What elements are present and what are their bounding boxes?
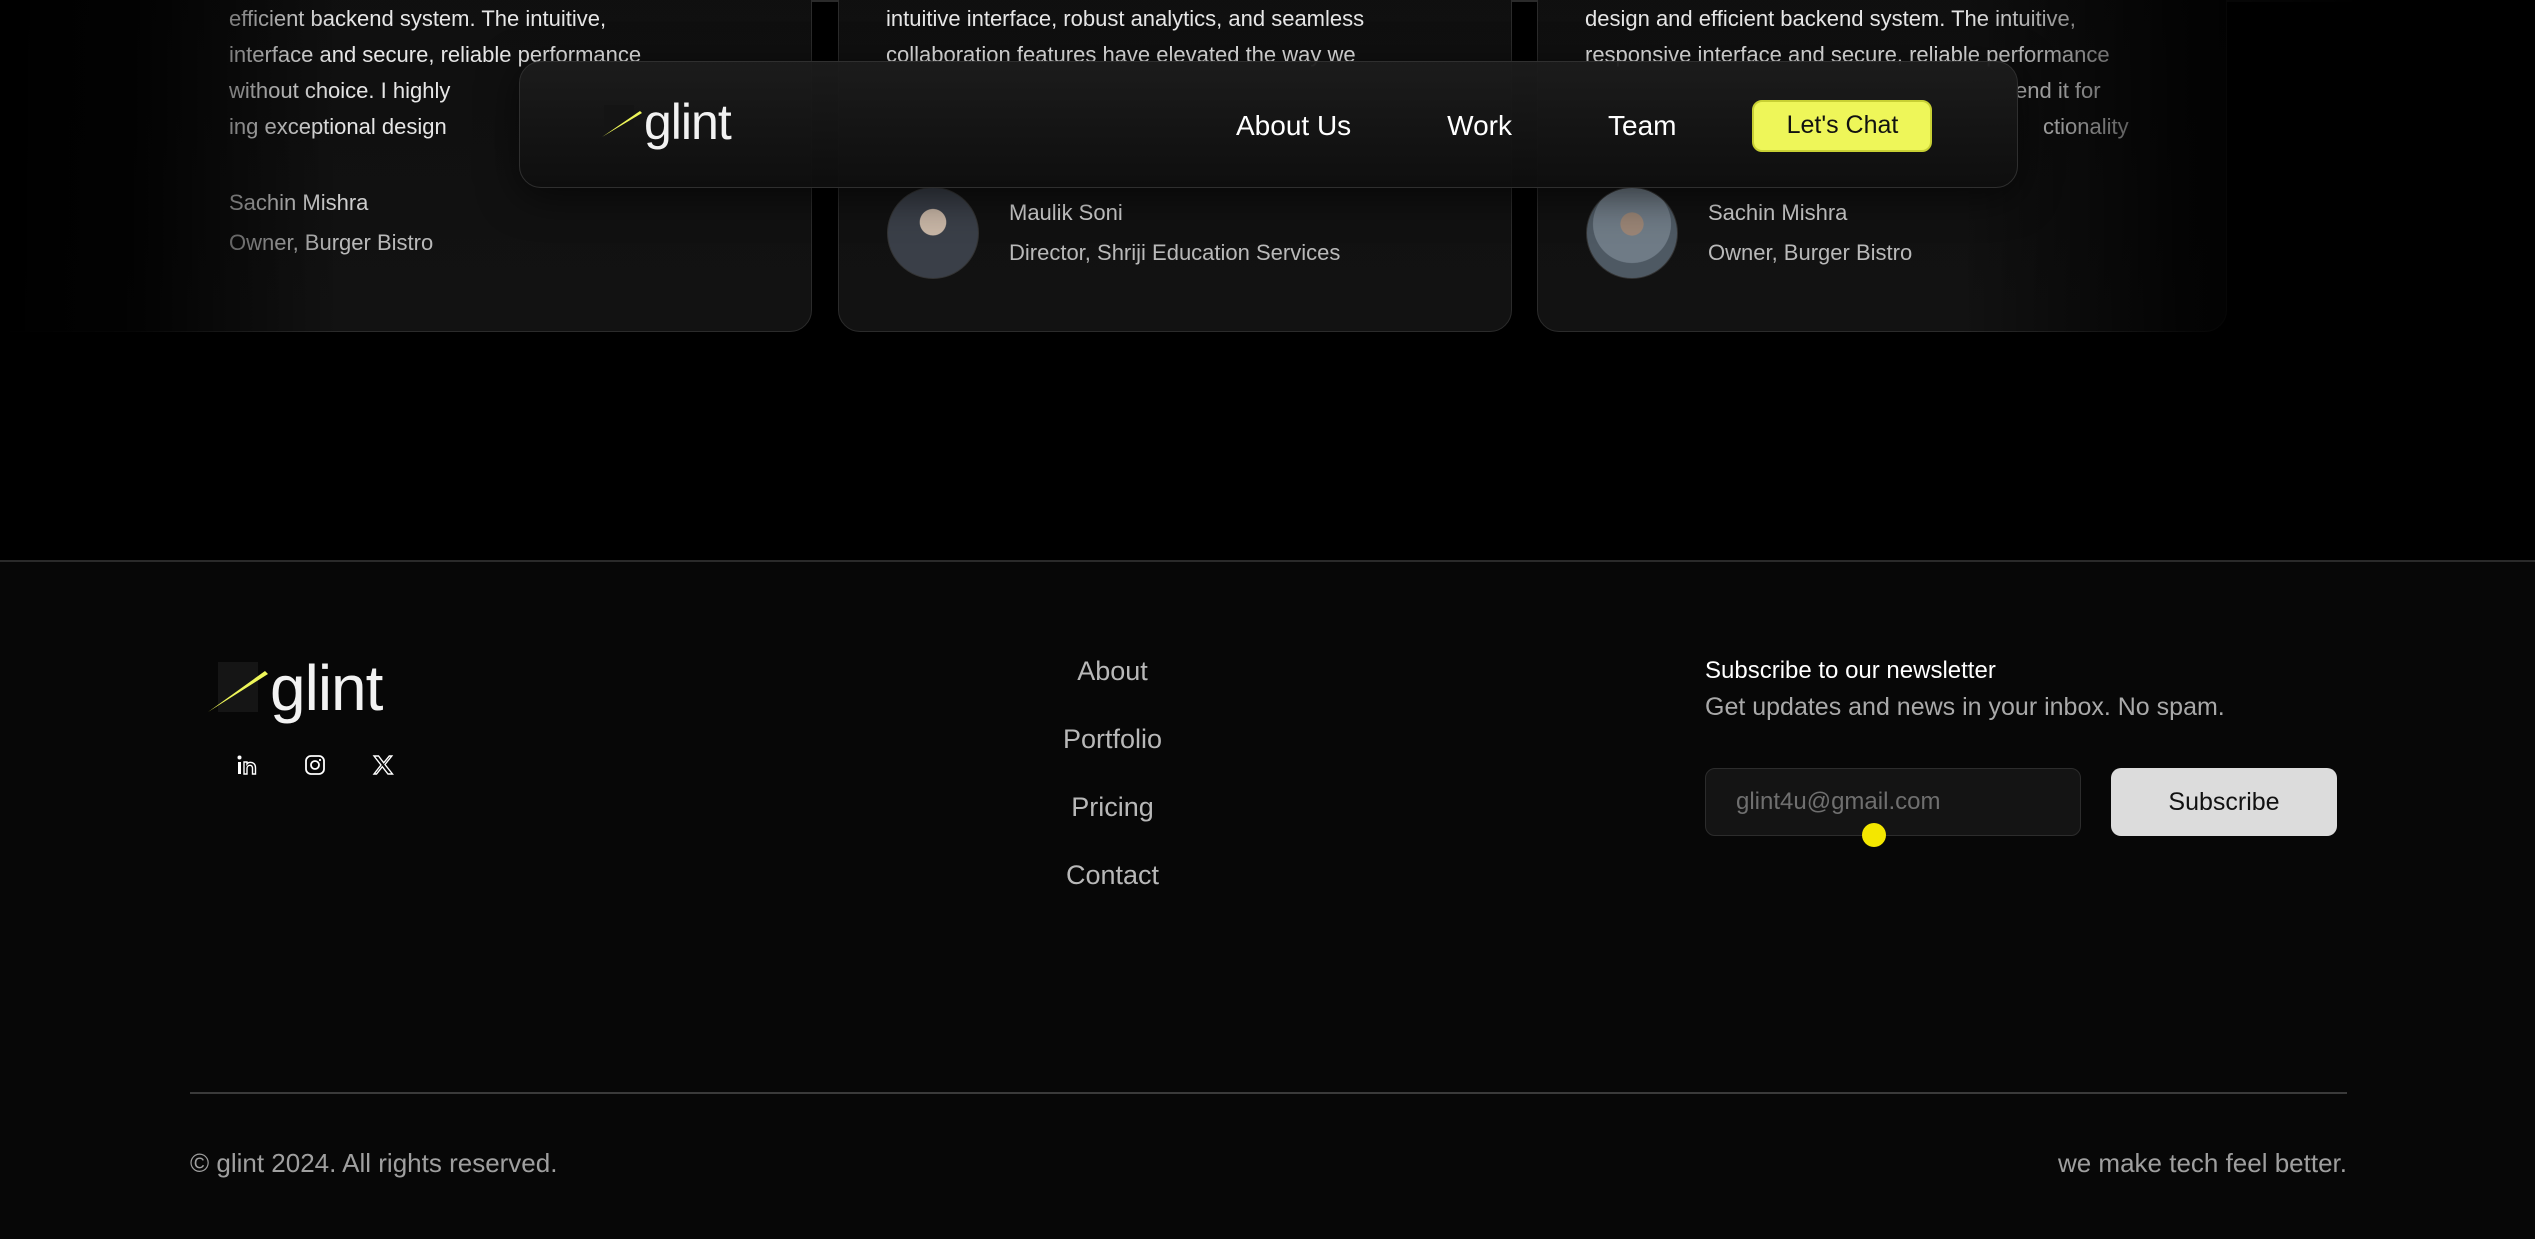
logo-spark-icon [602,105,642,137]
navbar: glint About Us Work Team Let's Chat [519,61,2018,188]
nav-link-work[interactable]: Work [1447,110,1512,142]
nav-link-team[interactable]: Team [1608,110,1676,142]
subscribe-button[interactable]: Subscribe [2111,768,2337,836]
newsletter: Subscribe to our newsletter Get updates … [1705,655,2337,836]
quote-line: design and efficient backend system. The… [1585,6,2076,31]
quote-line: efficient backend system. The intuitive, [229,6,607,31]
author-name: Maulik Soni [1009,200,1123,225]
x-icon[interactable] [368,750,398,780]
linkedin-icon[interactable] [232,750,262,780]
footer-link-about[interactable]: About [1000,654,1225,688]
newsletter-title: Subscribe to our newsletter [1705,657,1996,684]
quote-line: intuitive interface, robust analytics, a… [886,6,1365,31]
author-role: Director, Shriji Education Services [1009,240,1341,265]
footer-link-pricing[interactable]: Pricing [1000,790,1225,824]
author-role: Owner, Burger Bistro [1708,240,1913,265]
author-role: Owner, Burger Bistro [229,230,434,255]
footer: glint About Portfolio Pricing Contact Su… [0,560,2535,1239]
avatar [887,187,979,279]
logo-spark-icon [208,662,268,712]
instagram-icon[interactable] [300,750,330,780]
nav-links: About Us Work Team Let's Chat [1236,62,1933,189]
email-field[interactable] [1705,768,2081,836]
author-name: Sachin Mishra [1708,200,1848,225]
footer-logo[interactable]: glint [206,650,383,726]
nav-link-about-us[interactable]: About Us [1236,110,1351,142]
cursor-dot [1862,823,1886,847]
footer-link-contact[interactable]: Contact [1000,858,1225,892]
tagline-text: we make tech feel better. [2057,1148,2347,1178]
quote-line: ing exceptional design [229,114,447,139]
footer-link-portfolio[interactable]: Portfolio [1000,722,1225,756]
testimonial-author: Maulik Soni Director, Shriji Education S… [887,187,1340,279]
author-name: Sachin Mishra [229,190,369,215]
logo-wordmark: glint [270,652,383,724]
testimonial-author: Sachin Mishra Owner, Burger Bistro [229,187,433,259]
footer-divider [190,1092,2347,1094]
logo-wordmark: glint [644,94,732,150]
footer-nav: About Portfolio Pricing Contact [1000,654,1225,926]
copyright-text: © glint 2024. All rights reserved. [190,1148,558,1178]
navbar-logo[interactable]: glint [600,92,732,152]
social-links [232,750,436,780]
lets-chat-button[interactable]: Let's Chat [1752,99,1933,152]
newsletter-subtitle: Get updates and news in your inbox. No s… [1705,693,2225,721]
quote-line: without choice. I highly [229,78,451,103]
avatar [1586,187,1678,279]
testimonial-author: Sachin Mishra Owner, Burger Bistro [1586,187,1912,279]
